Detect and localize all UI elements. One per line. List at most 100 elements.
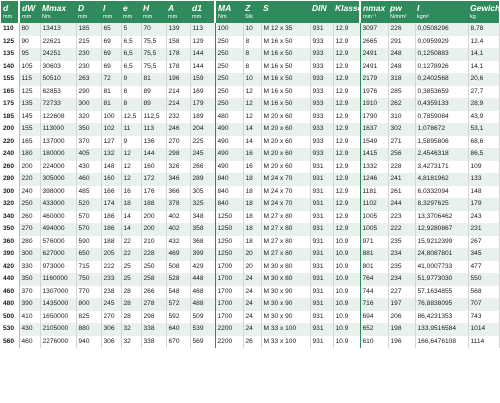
table-cell: M 16 x 50 [261,35,311,48]
table-cell: 0,4359133 [415,98,469,111]
table-cell: 68,6 [468,135,500,148]
table-cell: 348 [190,210,216,223]
table-cell: 0,7859084 [415,110,469,123]
column-symbol: pw [390,3,402,13]
table-cell: 258 [141,273,167,286]
column-header: nmax min⁻¹ [360,1,388,23]
table-cell: 24 [243,323,262,336]
table-row: 390 300 627000 650 205 22 228 469 399 1250 20 M 27 … [1,248,500,261]
table-cell: 166 [101,185,122,198]
column-unit: Nm [42,14,51,20]
table-cell: 2200 [215,323,244,336]
table-cell: 2491 [360,48,389,61]
table-cell: 174 [101,198,122,211]
row-size-cell: 135 [1,48,20,61]
table-cell: 840 [215,198,244,211]
table-cell: 12 [121,160,142,173]
row-size-cell: 260 [1,160,20,173]
column-header: l mm [101,1,121,23]
table-cell: 366 [166,185,191,198]
row-size-cell: 350 [1,223,20,236]
table-cell: 320 [76,110,102,123]
table-cell: 931 [310,248,334,261]
table-cell: 490 [215,135,244,148]
table-cell: 16 [121,185,142,198]
row-size-cell: 530 [1,323,20,336]
table-cell: 1250 [215,235,244,248]
table-cell: 460000 [40,210,77,223]
table-cell: 744 [360,285,389,298]
table-cell: 28 [121,285,142,298]
table-cell: M 33 x 100 [261,335,311,348]
table-cell: 81 [101,85,122,98]
table-cell: M 27 x 80 [261,248,311,261]
table-cell: 10 [243,73,262,86]
table-cell: 86,5 [468,148,500,161]
table-cell: 358 [190,223,216,236]
table-cell: 1,078672 [415,123,469,136]
table-cell: 285 [388,85,416,98]
table-cell: 144 [190,60,216,73]
table-cell: 57,1634855 [415,285,469,298]
table-cell: 214 [166,85,191,98]
table-cell: 232 [166,110,191,123]
table-cell: 24 [243,310,262,323]
column-unit [310,14,333,23]
table-cell: 198 [388,323,416,336]
column-unit: mm [123,14,133,20]
table-cell: M 24 x 70 [261,185,311,198]
table-cell: 250 [215,73,244,86]
table-row: 360 280 576000 590 188 22 210 432 368 1250 18 M 27 … [1,235,500,248]
table-cell: 750 [76,273,102,286]
table-cell: 592 [166,310,191,323]
table-cell: 931 [310,323,334,336]
row-size-cell: 500 [1,310,20,323]
table-cell: 159 [190,73,216,86]
table-cell: 270 [19,223,41,236]
table-cell: 770 [76,285,102,298]
table-cell: 200 [19,160,41,173]
table-row: 260 200 224000 430 148 12 160 326 266 490 16 M 20 x… [1,160,500,173]
table-body: 110 80 13413 185 65 5 70 139 113 100 10 M 12 x 35 93… [1,23,500,348]
table-cell: 234 [388,273,416,286]
table-cell: 69 [101,48,122,61]
table-cell: 460 [19,335,41,348]
table-cell: 12.9 [333,35,361,48]
table-cell: 931 [310,223,334,236]
table-cell: 222 [101,260,122,273]
table-cell: 940 [76,335,102,348]
table-cell: 1790 [360,110,389,123]
table-cell: 298 [141,310,167,323]
table-cell: 188 [101,235,122,248]
table-cell: 1415 [360,148,389,161]
table-cell: 12.9 [333,110,361,123]
table-cell: 18 [121,198,142,211]
table-cell: 931 [310,210,334,223]
table-cell: 572 [166,298,191,311]
table-cell: 24 [243,273,262,286]
table-cell: 246 [166,123,191,136]
table-cell: 176 [141,185,167,198]
table-cell: 477 [468,260,500,273]
table-cell: 338 [141,323,167,336]
table-cell: 539 [190,323,216,336]
table-cell: 670 [166,335,191,348]
table-cell: 468 [190,285,216,298]
table-cell: 10.9 [333,323,361,336]
table-cell: 18 [243,198,262,211]
row-size-cell: 390 [1,248,20,261]
table-cell: 933 [310,73,334,86]
table-row: 135 95 24251 230 69 6,5 75,5 178 144 250 8 M 16 x 5… [1,48,500,61]
table-cell: 95 [19,48,41,61]
table-cell: 2491 [360,60,389,73]
table-cell: 12.9 [333,198,361,211]
table-cell: 1976 [360,85,389,98]
table-row: 110 80 13413 185 65 5 70 139 113 100 10 M 12 x 35 93… [1,23,500,36]
table-row: 155 115 50510 263 72 9 81 196 159 250 10 M 16 x 50 9… [1,73,500,86]
table-cell: 24 [243,298,262,311]
table-cell: 136 [141,135,167,148]
table-cell: 1700 [215,310,244,323]
table-cell: 12,9280867 [415,223,469,236]
row-size-cell: 440 [1,273,20,286]
table-row: 460 370 1307000 770 238 28 266 548 468 1700 24 M 30… [1,285,500,298]
